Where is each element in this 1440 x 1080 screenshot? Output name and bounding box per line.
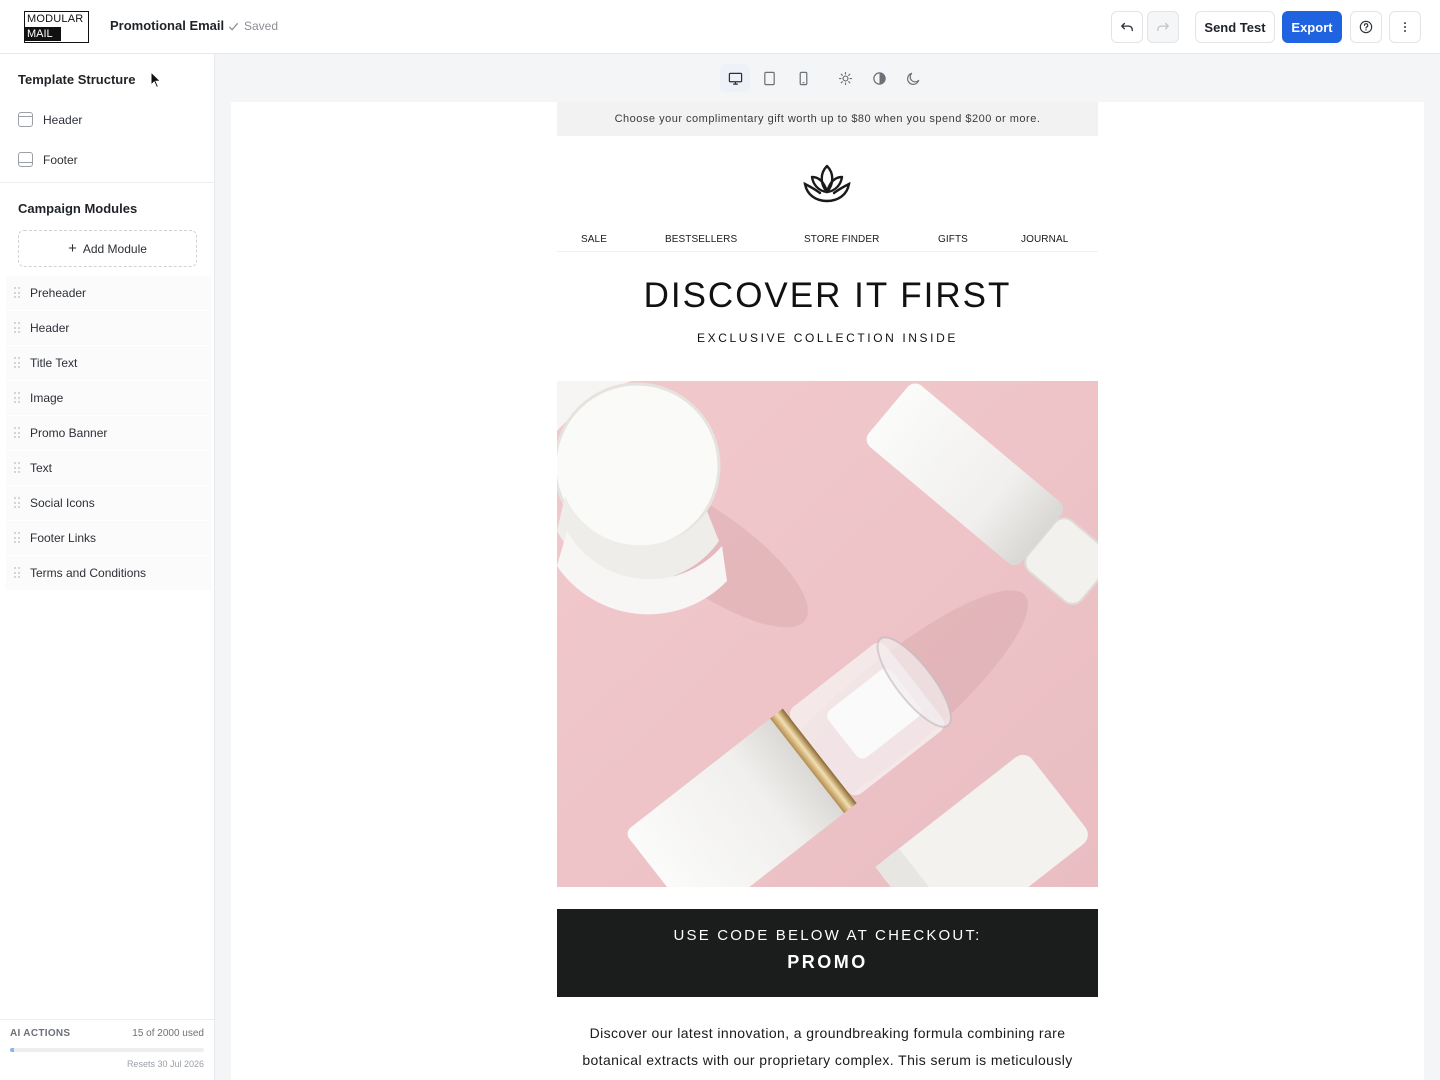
help-button[interactable]	[1350, 11, 1382, 43]
drag-handle-icon[interactable]	[14, 357, 20, 369]
sidebar-divider	[0, 182, 214, 183]
module-label: Header	[30, 321, 70, 335]
module-item-promo-banner[interactable]: Promo Banner	[6, 416, 211, 451]
plus-icon: +	[68, 239, 77, 257]
tablet-icon	[763, 71, 775, 85]
module-item-social-icons[interactable]: Social Icons	[6, 486, 211, 521]
export-button[interactable]: Export	[1282, 11, 1342, 43]
drag-handle-icon[interactable]	[14, 322, 20, 334]
drag-handle-icon[interactable]	[14, 567, 20, 579]
email-nav: SALE BESTSELLERS STORE FINDER GIFTS JOUR…	[557, 228, 1098, 252]
email-title[interactable]: DISCOVER IT FIRST	[557, 276, 1098, 316]
module-item-text[interactable]: Text	[6, 451, 211, 486]
module-label: Footer Links	[30, 531, 97, 545]
ai-usage-fill	[10, 1048, 14, 1052]
cosmetics-product-image	[557, 381, 1098, 887]
save-status: Saved	[228, 19, 278, 33]
promo-instruction: USE CODE BELOW AT CHECKOUT:	[673, 927, 982, 944]
header-layout-icon	[18, 112, 33, 127]
device-desktop-button[interactable]	[720, 64, 750, 92]
help-circle-icon	[1359, 20, 1373, 34]
contrast-icon	[872, 71, 886, 85]
ai-usage-bar	[10, 1048, 204, 1052]
module-item-footer-links[interactable]: Footer Links	[6, 521, 211, 556]
structure-item-header[interactable]: Header	[18, 112, 82, 127]
module-item-terms-and-conditions[interactable]: Terms and Conditions	[6, 556, 211, 591]
logo-text-top: MODULAR	[27, 13, 84, 25]
email-subtitle[interactable]: EXCLUSIVE COLLECTION INSIDE	[557, 331, 1098, 345]
ai-reset-date: Resets 30 Jul 2026	[126, 1059, 204, 1069]
device-mobile-button[interactable]	[788, 64, 818, 92]
logo-text-bottom: MAIL	[25, 27, 61, 41]
device-tablet-button[interactable]	[754, 64, 784, 92]
more-options-button[interactable]	[1389, 11, 1421, 43]
structure-item-label: Footer	[43, 152, 78, 167]
module-label: Preheader	[30, 286, 87, 300]
mobile-icon	[799, 71, 807, 85]
drag-handle-icon[interactable]	[14, 532, 20, 544]
campaign-modules-title: Campaign Modules	[18, 201, 138, 216]
body-text-line: Discover our latest innovation, a ground…	[589, 1025, 1066, 1041]
drag-handle-icon[interactable]	[14, 427, 20, 439]
module-label: Image	[30, 391, 64, 405]
lotus-logo-icon	[803, 164, 851, 203]
ai-actions-panel: AI ACTIONS 15 of 2000 used Resets 30 Jul…	[10, 1028, 204, 1069]
drag-handle-icon[interactable]	[14, 287, 20, 299]
module-label: Terms and Conditions	[30, 566, 147, 580]
template-structure-title: Template Structure	[18, 72, 136, 87]
module-item-title-text[interactable]: Title Text	[6, 346, 211, 381]
mouse-cursor-icon	[150, 71, 162, 89]
document-title[interactable]: Promotional Email	[110, 18, 224, 33]
undo-button[interactable]	[1111, 11, 1143, 43]
drag-handle-icon[interactable]	[14, 392, 20, 404]
footer-layout-icon	[18, 152, 33, 167]
ai-actions-label: AI ACTIONS	[10, 1028, 71, 1039]
more-vertical-icon	[1404, 22, 1406, 32]
theme-dark-button[interactable]	[898, 64, 928, 92]
module-item-image[interactable]: Image	[6, 381, 211, 416]
desktop-icon	[728, 72, 742, 85]
preview-toolbar	[720, 64, 928, 92]
undo-icon	[1121, 22, 1133, 32]
nav-link-store-finder[interactable]: STORE FINDER	[804, 234, 879, 245]
sidebar-divider	[0, 1019, 214, 1020]
redo-button[interactable]	[1147, 11, 1179, 43]
module-label: Social Icons	[30, 496, 95, 510]
module-list: Preheader Header Title Text Image Promo …	[6, 276, 211, 591]
light-mode-icon	[838, 71, 852, 85]
email-preheader[interactable]: Choose your complimentary gift worth up …	[557, 102, 1098, 136]
check-icon	[228, 22, 239, 31]
save-status-label: Saved	[244, 19, 279, 33]
nav-link-gifts[interactable]: GIFTS	[938, 234, 968, 245]
module-label: Text	[30, 461, 53, 475]
hero-image[interactable]	[557, 381, 1098, 887]
app-logo[interactable]: MODULAR MAIL	[24, 11, 89, 43]
nav-link-bestsellers[interactable]: BESTSELLERS	[665, 234, 737, 245]
add-module-button[interactable]: + Add Module	[18, 230, 197, 267]
redo-icon	[1157, 22, 1169, 32]
body-text-line: botanical extracts with our proprietary …	[582, 1052, 1073, 1068]
module-item-preheader[interactable]: Preheader	[6, 276, 211, 311]
ai-usage-text: 15 of 2000 used	[132, 1028, 204, 1039]
top-bar: MODULAR MAIL Promotional Email Saved Sen…	[0, 0, 1440, 54]
module-item-header[interactable]: Header	[6, 311, 211, 346]
email-body-text[interactable]: Discover our latest innovation, a ground…	[567, 1020, 1088, 1074]
structure-item-footer[interactable]: Footer	[18, 152, 78, 167]
nav-link-journal[interactable]: JOURNAL	[1021, 234, 1068, 245]
sidebar: Template Structure Header Footer Campaig…	[0, 54, 215, 1080]
theme-light-button[interactable]	[830, 64, 860, 92]
structure-item-label: Header	[43, 112, 83, 127]
module-label: Promo Banner	[30, 426, 108, 440]
email-preview: Choose your complimentary gift worth up …	[557, 102, 1098, 1080]
drag-handle-icon[interactable]	[14, 497, 20, 509]
promo-banner[interactable]: USE CODE BELOW AT CHECKOUT: PROMO	[557, 909, 1098, 997]
dark-mode-icon	[906, 72, 919, 85]
add-module-label: Add Module	[82, 241, 147, 256]
theme-contrast-button[interactable]	[864, 64, 894, 92]
promo-code: PROMO	[787, 952, 868, 972]
nav-link-sale[interactable]: SALE	[581, 234, 607, 245]
send-test-button[interactable]: Send Test	[1195, 11, 1275, 43]
drag-handle-icon[interactable]	[14, 462, 20, 474]
module-label: Title Text	[30, 356, 78, 370]
